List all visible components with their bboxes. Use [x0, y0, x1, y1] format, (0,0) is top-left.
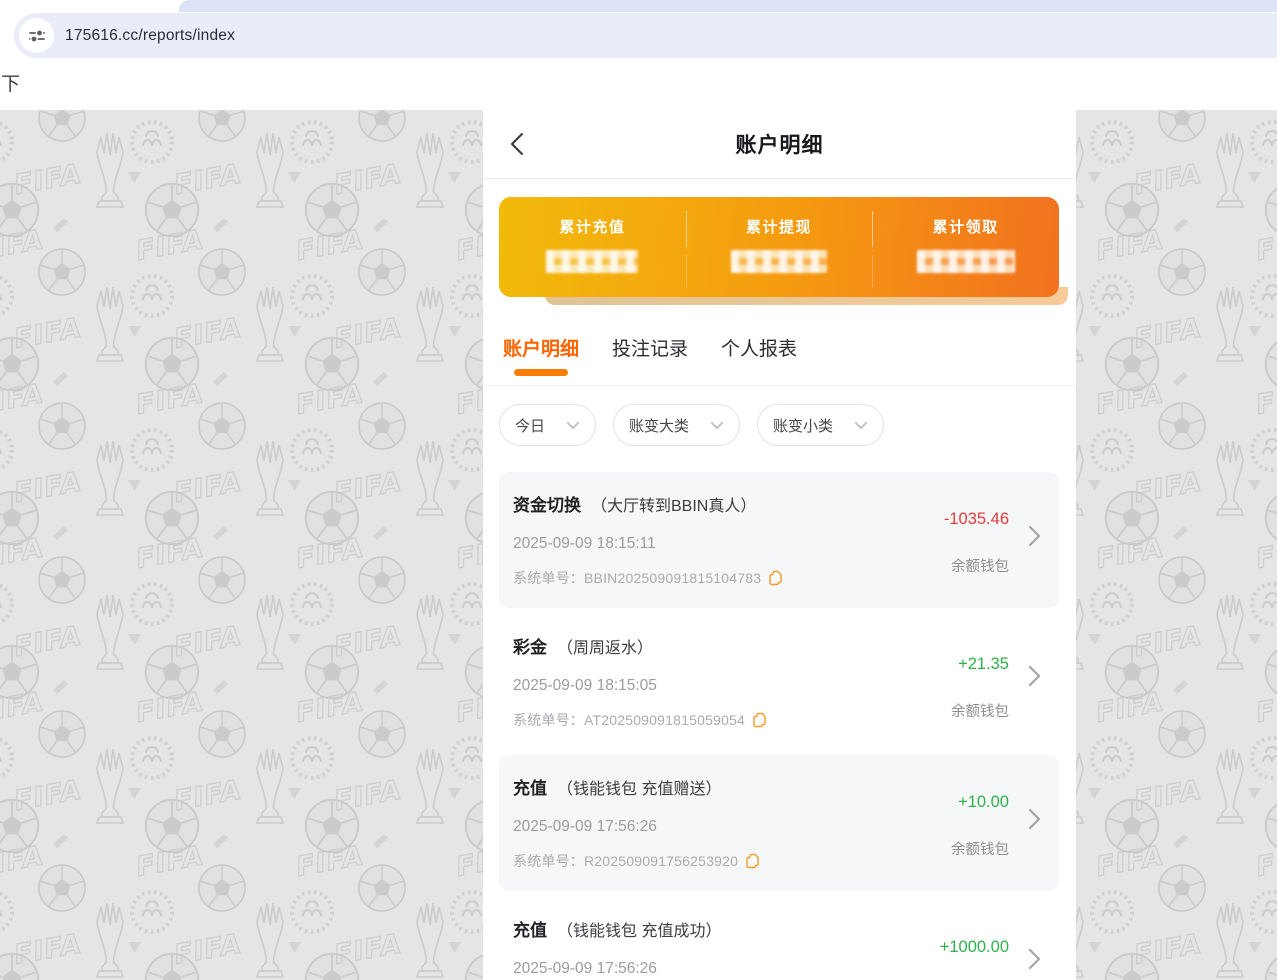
txn-right-column: +1000.00 余额钱包: [940, 902, 1009, 980]
url-text[interactable]: 175616.cc/reports/index: [65, 27, 235, 45]
txn-amount: +10.00: [958, 793, 1009, 812]
chevron-right-icon[interactable]: [1028, 808, 1041, 835]
txn-order-line: 系统单号： R202509091756253920: [513, 851, 909, 871]
chevron-down-icon: [710, 421, 724, 430]
transaction-row[interactable]: 充值 （钱能钱包 充值成功） 2025-09-09 17:56:26 +1000…: [499, 902, 1059, 980]
filter-major-type-dropdown[interactable]: 账变大类: [613, 404, 740, 446]
txn-amount: +1000.00: [940, 938, 1009, 957]
order-label: 系统单号：: [513, 851, 584, 871]
txn-right-column: +21.35 余额钱包: [951, 619, 1009, 721]
filter-label: 账变小类: [773, 415, 833, 436]
tab-bar: 账户明细 投注记录 个人报表: [483, 319, 1076, 386]
tab-account-detail[interactable]: 账户明细: [503, 337, 579, 363]
masked-value: [731, 250, 827, 273]
txn-wallet: 余额钱包: [951, 838, 1009, 859]
txn-wallet: 余额钱包: [951, 700, 1009, 721]
summary-label: 累计领取: [933, 216, 999, 237]
screen: 175616.cc/reports/index 下: [0, 0, 1277, 980]
active-tab-underline: [514, 369, 568, 376]
browser-chrome: 175616.cc/reports/index: [0, 0, 1277, 60]
txn-amount: -1035.46: [944, 510, 1009, 529]
chevron-right-icon[interactable]: [1028, 525, 1041, 552]
filter-bar: 今日 账变大类 账变小类: [483, 386, 1076, 472]
panel-header: 账户明细: [483, 110, 1076, 179]
browser-tab-strip: [179, 0, 1277, 12]
chevron-right-icon[interactable]: [1028, 948, 1041, 975]
txn-time: 2025-09-09 18:15:05: [513, 677, 909, 695]
txn-time: 2025-09-09 18:15:11: [513, 535, 909, 553]
masked-value: [917, 250, 1015, 273]
filter-date-dropdown[interactable]: 今日: [499, 404, 596, 446]
summary-total-deposit: 累计充值: [499, 197, 686, 297]
filter-minor-type-dropdown[interactable]: 账变小类: [757, 404, 884, 446]
txn-title-line: 充值 （钱能钱包 充值赠送）: [513, 774, 909, 799]
txn-detail: （大厅转到BBIN真人）: [591, 492, 756, 516]
txn-title-line: 资金切换 （大厅转到BBIN真人）: [513, 491, 909, 516]
tab-personal-report[interactable]: 个人报表: [721, 337, 797, 363]
account-detail-panel: 账户明细 累计充值 累计提现 累计领取: [483, 110, 1076, 980]
txn-detail: （周周返水）: [557, 634, 653, 658]
summary-total-withdraw: 累计提现: [686, 197, 873, 297]
tab-bet-records[interactable]: 投注记录: [612, 337, 688, 363]
txn-type: 充值: [513, 916, 547, 941]
order-label: 系统单号：: [513, 710, 584, 730]
masked-value: [546, 250, 638, 273]
address-bar[interactable]: 175616.cc/reports/index: [14, 13, 1277, 58]
back-button[interactable]: [507, 131, 529, 157]
order-label: 系统单号：: [513, 568, 584, 588]
summary-label: 累计充值: [559, 216, 625, 237]
txn-right-column: +10.00 余额钱包: [951, 755, 1009, 859]
transaction-row[interactable]: 充值 （钱能钱包 充值赠送） 2025-09-09 17:56:26 系统单号：…: [499, 755, 1059, 891]
transaction-list: 资金切换 （大厅转到BBIN真人） 2025-09-09 18:15:11 系统…: [483, 472, 1076, 980]
page-title: 账户明细: [736, 129, 824, 159]
copy-icon[interactable]: [745, 853, 760, 869]
filter-label: 今日: [515, 415, 545, 436]
txn-title-line: 彩金 （周周返水）: [513, 633, 909, 658]
filter-label: 账变大类: [629, 415, 689, 436]
txn-order-line: 系统单号： AT202509091815059054: [513, 710, 909, 730]
summary-card-wrap: 累计充值 累计提现 累计领取: [499, 197, 1059, 297]
order-number: BBIN202509091815104783: [584, 570, 761, 586]
txn-type: 彩金: [513, 633, 547, 658]
txn-type: 充值: [513, 774, 547, 799]
site-settings-button[interactable]: [19, 18, 54, 53]
txn-time: 2025-09-09 17:56:26: [513, 818, 909, 836]
chevron-down-icon: [566, 421, 580, 430]
tab-label: 账户明细: [503, 339, 579, 360]
chevron-right-icon[interactable]: [1028, 665, 1041, 692]
txn-detail: （钱能钱包 充值成功）: [557, 917, 721, 941]
txn-type: 资金切换: [513, 491, 581, 516]
txn-wallet: 余额钱包: [951, 555, 1009, 576]
transaction-row[interactable]: 资金切换 （大厅转到BBIN真人） 2025-09-09 18:15:11 系统…: [499, 472, 1059, 608]
copy-icon[interactable]: [752, 712, 767, 728]
summary-card: 累计充值 累计提现 累计领取: [499, 197, 1059, 297]
page-corner-text: 下: [1, 69, 20, 96]
order-number: R202509091756253920: [584, 853, 738, 869]
summary-total-claimed: 累计领取: [872, 197, 1059, 297]
txn-detail: （钱能钱包 充值赠送）: [557, 775, 721, 799]
txn-right-column: -1035.46 余额钱包: [944, 472, 1009, 576]
site-settings-tune-icon: [28, 27, 46, 45]
txn-time: 2025-09-09 17:56:26: [513, 960, 909, 978]
txn-title-line: 充值 （钱能钱包 充值成功）: [513, 916, 909, 941]
txn-amount: +21.35: [958, 655, 1009, 674]
tab-label: 个人报表: [721, 339, 797, 360]
chevron-down-icon: [854, 421, 868, 430]
summary-label: 累计提现: [746, 216, 812, 237]
txn-order-line: 系统单号： BBIN202509091815104783: [513, 568, 909, 588]
order-number: AT202509091815059054: [584, 712, 745, 728]
transaction-row[interactable]: 彩金 （周周返水） 2025-09-09 18:15:05 系统单号： AT20…: [499, 619, 1059, 744]
tab-label: 投注记录: [612, 339, 688, 360]
copy-icon[interactable]: [768, 570, 783, 586]
